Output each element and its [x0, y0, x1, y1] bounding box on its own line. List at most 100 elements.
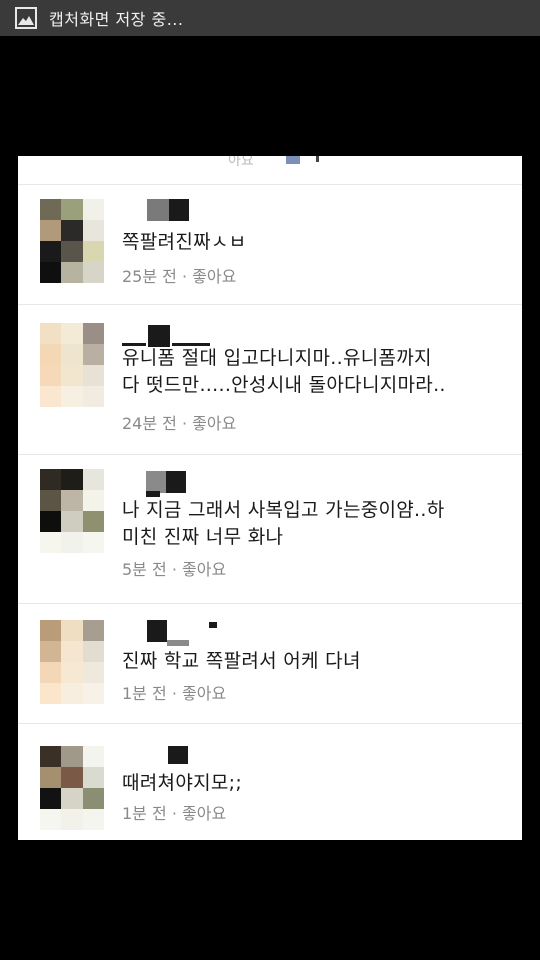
avatar-pixel	[61, 490, 83, 511]
avatar-pixel	[61, 662, 83, 683]
separator: ·	[181, 267, 188, 286]
comments-panel: 아요 쪽팔려진짜ㅅㅂ 25분 전 · 좋아요 유니폼 절대 입고다니지마..유니…	[18, 156, 522, 840]
separator: ·	[181, 414, 188, 433]
avatar-pixel	[61, 365, 83, 386]
like-link[interactable]: 좋아요	[182, 560, 226, 579]
comment-item: 때려쳐야지모;; 1분 전 · 좋아요	[18, 724, 522, 840]
avatar-pixel	[61, 262, 83, 283]
avatar-pixel	[61, 620, 83, 641]
avatar-pixel	[40, 746, 62, 767]
avatar-pixel	[82, 511, 104, 532]
avatar-pixel	[61, 683, 83, 704]
comment-meta: 1분 전 · 좋아요	[122, 684, 226, 704]
bottom-black-area	[0, 840, 540, 960]
avatar-pixel	[61, 746, 83, 767]
like-thumb-icon	[286, 156, 300, 164]
avatar-pixel	[82, 323, 104, 344]
image-icon	[15, 7, 37, 29]
avatar-pixel	[61, 511, 83, 532]
like-link[interactable]: 좋아요	[182, 804, 226, 823]
avatar-pixel	[40, 220, 62, 241]
commenter-name[interactable]	[122, 325, 212, 347]
comment-text: 유니폼 절대 입고다니지마..유니폼까지 다 떳드만.....안성시내 돌아다니…	[122, 347, 446, 396]
avatar-pixel	[82, 746, 104, 767]
avatar-pixel	[40, 809, 62, 830]
avatar-pixel	[40, 683, 62, 704]
avatar-pixel	[82, 490, 104, 511]
previous-comment-fragment: 아요	[18, 156, 522, 185]
avatar-pixel	[40, 511, 62, 532]
avatar-pixel	[40, 365, 62, 386]
separator: ·	[171, 560, 177, 579]
avatar[interactable]	[40, 323, 104, 407]
comment-item: 유니폼 절대 입고다니지마..유니폼까지 다 떳드만.....안성시내 돌아다니…	[18, 305, 522, 455]
avatar-pixel	[40, 532, 62, 553]
comment-text: 쪽팔려진짜ㅅㅂ	[122, 231, 247, 253]
avatar-pixel	[82, 767, 104, 788]
avatar-pixel	[61, 199, 83, 220]
avatar-pixel	[40, 199, 62, 220]
avatar-pixel	[82, 386, 104, 407]
like-link[interactable]: 좋아요	[192, 414, 236, 433]
avatar-pixel	[61, 809, 83, 830]
avatar-pixel	[82, 788, 104, 809]
avatar[interactable]	[40, 469, 104, 553]
avatar-pixel	[40, 490, 62, 511]
comment-meta: 5분 전 · 좋아요	[122, 560, 226, 580]
avatar-pixel	[40, 620, 62, 641]
avatar-pixel	[61, 386, 83, 407]
avatar-pixel	[61, 220, 83, 241]
avatar-pixel	[82, 241, 104, 262]
avatar[interactable]	[40, 746, 104, 830]
notification-bar: 캡처화면 저장 중...	[0, 0, 540, 36]
avatar-pixel	[82, 199, 104, 220]
avatar-pixel	[82, 683, 104, 704]
comment-time[interactable]: 1분 전	[122, 684, 167, 703]
comment-item: 나 지금 그래서 사복입고 가는중이얌..하 미친 진짜 너무 화나 5분 전 …	[18, 455, 522, 604]
comment-text: 진짜 학교 쪽팔려서 어케 다녀	[122, 650, 361, 672]
like-count-mark	[316, 156, 319, 162]
comment-time[interactable]: 25분 전	[122, 267, 177, 286]
avatar-pixel	[82, 220, 104, 241]
comment-meta: 24분 전 · 좋아요	[122, 414, 236, 434]
commenter-name[interactable]	[140, 471, 200, 497]
avatar-pixel	[82, 365, 104, 386]
commenter-name[interactable]	[147, 620, 227, 646]
commenter-name[interactable]	[147, 199, 207, 221]
separator: ·	[171, 804, 177, 823]
avatar-pixel	[40, 767, 62, 788]
comment-meta: 25분 전 · 좋아요	[122, 267, 236, 287]
avatar[interactable]	[40, 620, 104, 704]
avatar-pixel	[40, 344, 62, 365]
avatar-pixel	[82, 344, 104, 365]
avatar-pixel	[61, 532, 83, 553]
avatar-pixel	[82, 532, 104, 553]
avatar-pixel	[40, 788, 62, 809]
notification-title: 캡처화면 저장 중...	[49, 10, 184, 29]
avatar-pixel	[61, 323, 83, 344]
avatar-pixel	[82, 641, 104, 662]
avatar-pixel	[61, 469, 83, 490]
avatar-pixel	[61, 767, 83, 788]
comment-time[interactable]: 5분 전	[122, 560, 167, 579]
partial-text: 아요	[228, 156, 254, 169]
avatar-pixel	[40, 641, 62, 662]
comment-text: 때려쳐야지모;;	[122, 772, 243, 794]
avatar-pixel	[82, 809, 104, 830]
like-link[interactable]: 좋아요	[182, 684, 226, 703]
avatar-pixel	[40, 241, 62, 262]
comment-text: 나 지금 그래서 사복입고 가는중이얌..하 미친 진짜 너무 화나	[122, 499, 445, 548]
separator: ·	[171, 684, 177, 703]
comment-time[interactable]: 1분 전	[122, 804, 167, 823]
avatar-pixel	[82, 620, 104, 641]
avatar-pixel	[82, 662, 104, 683]
avatar-pixel	[82, 262, 104, 283]
comment-item: 쪽팔려진짜ㅅㅂ 25분 전 · 좋아요	[18, 185, 522, 305]
comment-time[interactable]: 24분 전	[122, 414, 177, 433]
avatar[interactable]	[40, 199, 104, 283]
like-link[interactable]: 좋아요	[192, 267, 236, 286]
avatar-pixel	[40, 386, 62, 407]
comment-item: 진짜 학교 쪽팔려서 어케 다녀 1분 전 · 좋아요	[18, 604, 522, 724]
avatar-pixel	[82, 469, 104, 490]
commenter-name[interactable]	[168, 746, 192, 768]
